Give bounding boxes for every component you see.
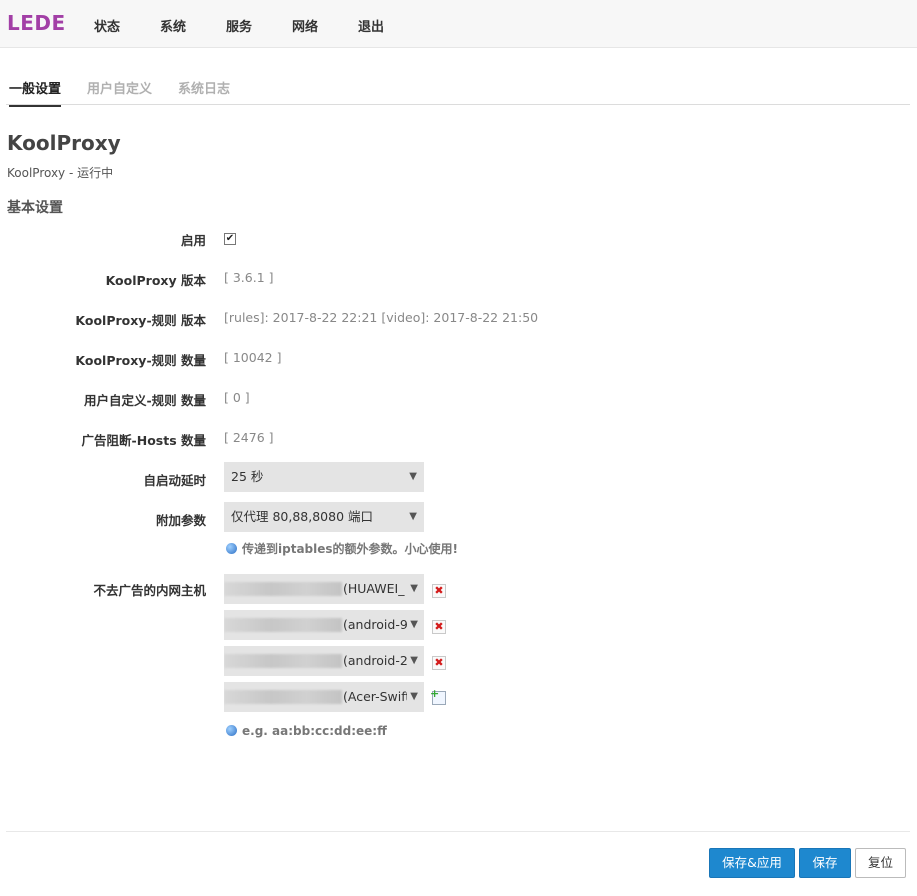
- nav-logout[interactable]: 退出: [358, 16, 384, 35]
- hosts-hint: e.g. aa:bb:cc:dd:ee:ff: [226, 724, 387, 738]
- rules-version-label: KoolProxy-规则 版本: [75, 313, 206, 328]
- enable-label: 启用: [180, 233, 206, 248]
- enable-checkbox[interactable]: ✔: [224, 233, 236, 245]
- host-select-2[interactable]: (android-9 ▼: [224, 610, 424, 640]
- extra-args-label: 附加参数: [155, 513, 206, 528]
- redacted-mac: [224, 618, 342, 632]
- add-host-icon[interactable]: +: [430, 687, 446, 705]
- extra-args-hint: 传递到iptables的额外参数。小心使用!: [226, 540, 458, 557]
- page-title: KoolProxy: [7, 131, 121, 155]
- nav-network[interactable]: 网络: [292, 16, 318, 35]
- chevron-down-icon: ▼: [408, 682, 418, 712]
- section-title: 基本设置: [7, 200, 63, 216]
- host-name-1: (HUAWEI_: [343, 581, 405, 596]
- tab-bar: 一般设置 用户自定义 系统日志: [6, 74, 910, 107]
- footer-divider: [6, 831, 910, 832]
- extra-args-hint-text: 传递到iptables的额外参数。小心使用!: [242, 542, 458, 556]
- rules-count-value: [ 10042 ]: [224, 350, 282, 365]
- chevron-down-icon: ▼: [408, 574, 418, 604]
- host-name-4: (Acer-Swift: [343, 689, 407, 704]
- redacted-mac: [224, 690, 342, 704]
- host-name-2: (android-9: [343, 617, 407, 632]
- rules-count-label: KoolProxy-规则 数量: [75, 353, 206, 368]
- tab-user-custom[interactable]: 用户自定义: [87, 78, 152, 105]
- startup-delay-value: 25 秒: [231, 469, 264, 484]
- hosts-label: 不去广告的内网主机: [93, 583, 206, 598]
- tab-general[interactable]: 一般设置: [9, 78, 62, 107]
- remove-host-2-icon[interactable]: ✖: [432, 620, 446, 634]
- hosts-count-label: 广告阻断-Hosts 数量: [81, 433, 206, 448]
- top-navbar: LEDE 状态 系统 服务 网络 退出: [0, 0, 917, 48]
- user-rules-count-value: [ 0 ]: [224, 390, 250, 405]
- brand-logo[interactable]: LEDE: [7, 11, 66, 35]
- redacted-mac: [224, 582, 342, 596]
- tab-system-log[interactable]: 系统日志: [178, 78, 230, 105]
- chevron-down-icon: ▼: [409, 511, 417, 522]
- host-name-3: (android-2: [343, 653, 407, 668]
- redacted-mac: [224, 654, 342, 668]
- user-rules-count-label: 用户自定义-规则 数量: [83, 393, 206, 408]
- reset-button[interactable]: 复位: [855, 848, 906, 878]
- plus-icon: +: [430, 687, 440, 700]
- hosts-count-value: [ 2476 ]: [224, 430, 274, 445]
- startup-delay-select[interactable]: 25 秒 ▼: [224, 462, 424, 492]
- host-select-3[interactable]: (android-2 ▼: [224, 646, 424, 676]
- nav-status[interactable]: 状态: [94, 16, 120, 35]
- chevron-down-icon: ▼: [409, 471, 417, 482]
- info-icon: [226, 543, 237, 554]
- extra-args-value: 仅代理 80,88,8080 端口: [231, 509, 374, 524]
- version-value: [ 3.6.1 ]: [224, 270, 274, 285]
- remove-host-3-icon[interactable]: ✖: [432, 656, 446, 670]
- chevron-down-icon: ▼: [408, 646, 418, 676]
- extra-args-select[interactable]: 仅代理 80,88,8080 端口 ▼: [224, 502, 424, 532]
- host-select-1[interactable]: (HUAWEI_ ▼: [224, 574, 424, 604]
- version-label: KoolProxy 版本: [105, 273, 206, 288]
- save-button[interactable]: 保存: [799, 848, 851, 878]
- hosts-hint-text: e.g. aa:bb:cc:dd:ee:ff: [242, 724, 387, 738]
- host-select-4[interactable]: (Acer-Swift ▼: [224, 682, 424, 712]
- save-apply-button[interactable]: 保存&应用: [709, 848, 795, 878]
- status-line: KoolProxy - 运行中: [7, 166, 114, 180]
- info-icon: [226, 725, 237, 736]
- nav-system[interactable]: 系统: [160, 16, 186, 35]
- remove-host-1-icon[interactable]: ✖: [432, 584, 446, 598]
- rules-version-value: [rules]: 2017-8-22 22:21 [video]: 2017-8…: [224, 310, 539, 325]
- startup-delay-label: 自启动延时: [143, 473, 206, 488]
- chevron-down-icon: ▼: [408, 610, 418, 640]
- nav-services[interactable]: 服务: [226, 16, 252, 35]
